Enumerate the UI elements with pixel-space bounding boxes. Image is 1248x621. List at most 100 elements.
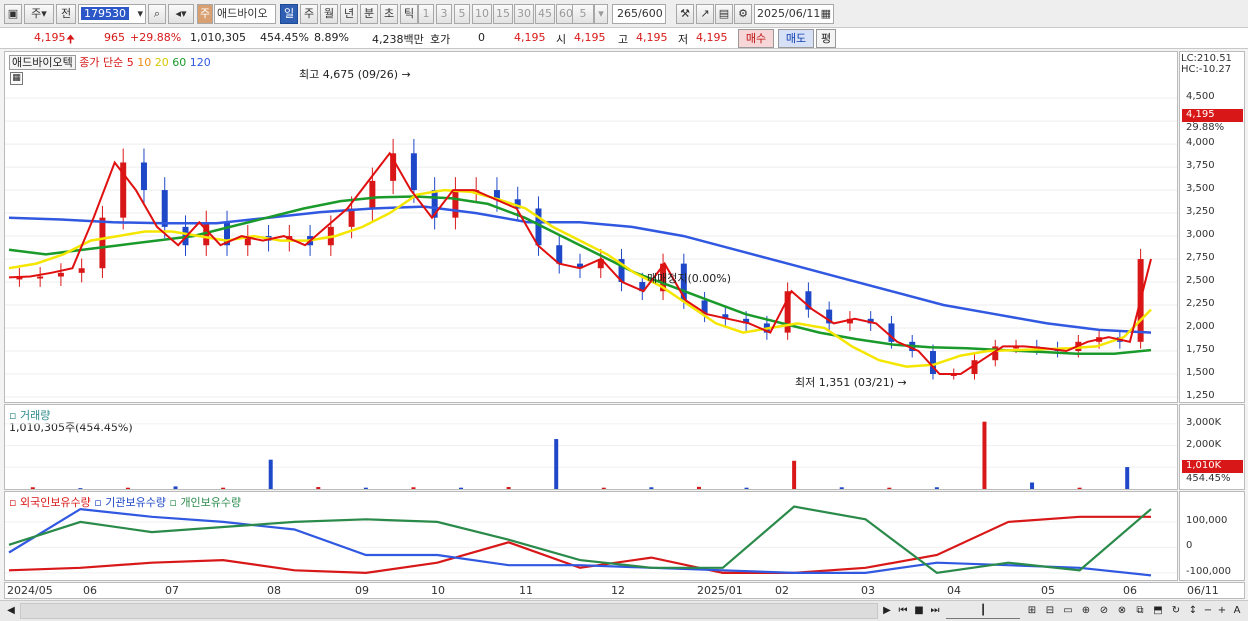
scroll-left-icon[interactable]: ◀	[4, 603, 18, 619]
minute-5[interactable]: 5	[454, 4, 470, 24]
period-second[interactable]: 초	[380, 4, 398, 24]
zoom-out-icon[interactable]: −	[1202, 603, 1214, 619]
mode-1-label: 주	[31, 7, 42, 20]
volume-bar	[173, 486, 178, 489]
candle-body	[369, 180, 376, 209]
date-tick-label: 06/11	[1187, 584, 1219, 597]
minute-10[interactable]: 10	[472, 4, 492, 24]
date-tick-label: 03	[861, 584, 875, 597]
volume-bar	[30, 487, 35, 489]
holding-pane[interactable]: ▫ 외국인보유수량 ▫ 기관보유수량 ▫ 개인보유수량	[4, 491, 1178, 581]
price-tick-label: 2,750	[1186, 252, 1215, 264]
rewind-icon[interactable]: ⏮	[896, 603, 910, 619]
volume-bar	[696, 486, 701, 489]
stock-code-value: 179530	[81, 7, 129, 20]
crosshair-icon[interactable]: ⊕	[1078, 603, 1094, 619]
minute-30[interactable]: 30	[514, 4, 534, 24]
period-day[interactable]: 일	[280, 4, 298, 24]
forward-icon[interactable]: ⏭	[928, 603, 942, 619]
turnover-rate: 8.89%	[314, 31, 349, 44]
mode-select-1[interactable]: 주▾	[24, 4, 54, 24]
market-badge: 주	[197, 4, 213, 24]
price-tick-label: 4,000	[1186, 137, 1215, 149]
scrollbar[interactable]: ◀ ▶ ⏮ ■ ⏭ ┃ ⊞ ⊟ ▭ ⊕ ⊘ ⊗ ⧉ ⬒ ↻ ↕ − + A	[0, 600, 1248, 621]
search-icon[interactable]: ⌕	[148, 4, 166, 24]
minute-1[interactable]: 1	[418, 4, 434, 24]
price-pane[interactable]: 애드바이오텍 종가 단순 5 10 20 60 120 ▦ 최고 4,675 (…	[4, 51, 1178, 403]
sell-button[interactable]: 매도	[778, 29, 814, 48]
font-size-icon[interactable]: A	[1230, 603, 1244, 619]
grid-icon[interactable]: ⊞	[1024, 603, 1040, 619]
date-tick-label: 06	[83, 584, 97, 597]
price-tick-label: 3,000	[1186, 229, 1215, 241]
period-month[interactable]: 월	[320, 4, 338, 24]
magnet-icon[interactable]: ⊗	[1114, 603, 1130, 619]
zoom-in-icon[interactable]: +	[1216, 603, 1228, 619]
stock-name-value: 애드바이오	[217, 7, 268, 20]
date-value: 2025/06/11	[757, 7, 821, 20]
volume-bar	[887, 487, 892, 489]
price-tick-label: 1,250	[1186, 390, 1215, 401]
custom-period[interactable]: 5	[572, 4, 594, 24]
date-tick-label: 08	[267, 584, 281, 597]
chart-window: ▣ 주▾ 전 179530 ▾ ⌕ ◂▾ 주 애드바이오 일 주 월 년 분 초 …	[0, 0, 1248, 621]
period-week[interactable]: 주	[300, 4, 318, 24]
minute-3[interactable]: 3	[436, 4, 452, 24]
volume-bar	[934, 487, 939, 489]
mode-2-label: 전	[60, 7, 72, 20]
price-axis: LC:210.51 HC:-10.27 4,5004,2504,0003,750…	[1179, 51, 1245, 403]
chart-type-icon[interactable]: ⚒	[676, 4, 694, 24]
volume-bar	[268, 459, 273, 489]
holding-tick-label: 100,000	[1186, 514, 1228, 526]
stock-code-input[interactable]: 179530 ▾	[78, 4, 146, 24]
current-price: 4,195	[34, 31, 66, 44]
candle-body	[99, 217, 106, 269]
candle-body	[140, 162, 147, 191]
zoom-slider[interactable]: ┃	[946, 603, 1020, 619]
ma20-line	[8, 188, 1152, 368]
scale-icon[interactable]: ↕	[1186, 603, 1200, 619]
high-value: 4,195	[636, 31, 668, 44]
date-input[interactable]: 2025/06/11 ▦	[754, 4, 834, 24]
chart-icon[interactable]: ▭	[1060, 603, 1076, 619]
minute-15[interactable]: 15	[493, 4, 513, 24]
trade-amount: 4,238백만	[372, 33, 424, 46]
export-icon[interactable]: ⬒	[1150, 603, 1166, 619]
window-menu-icon[interactable]: ▣	[4, 4, 22, 24]
date-tick-label: 11	[519, 584, 533, 597]
volume-pane[interactable]: ▫ 거래량 1,010,305주(454.45%)	[4, 404, 1178, 490]
reset-icon[interactable]: ↻	[1168, 603, 1184, 619]
gear-icon[interactable]: ⚙	[734, 4, 752, 24]
eval-button[interactable]: 평	[816, 29, 836, 48]
period-minute[interactable]: 분	[360, 4, 378, 24]
stop-icon[interactable]: ■	[912, 603, 926, 619]
link-icon[interactable]: ⊘	[1096, 603, 1112, 619]
buy-button[interactable]: 매수	[738, 29, 774, 48]
volume-bar	[363, 487, 368, 489]
layout-icon[interactable]: ⊟	[1042, 603, 1058, 619]
save-icon[interactable]: ▤	[715, 4, 733, 24]
candle-body	[57, 272, 64, 277]
volume-bar	[792, 460, 797, 489]
period-year[interactable]: 년	[340, 4, 358, 24]
scroll-right-icon[interactable]: ▶	[880, 603, 894, 619]
mode-select-2[interactable]: 전	[56, 4, 76, 24]
minute-45[interactable]: 45	[535, 4, 555, 24]
volume-bar	[649, 487, 654, 489]
halt-annotation: 매매정지(0.00%)	[647, 272, 732, 285]
copy-icon[interactable]: ⧉	[1132, 603, 1148, 619]
volume-bar	[601, 487, 606, 489]
scroll-track[interactable]	[20, 603, 878, 619]
date-tick-label: 02	[775, 584, 789, 597]
period-tick[interactable]: 틱	[400, 4, 418, 24]
chevron-down-icon[interactable]: ▾	[594, 4, 608, 24]
volume-bar	[982, 421, 987, 489]
sound-icon[interactable]: ◂▾	[168, 4, 194, 24]
toolbar: ▣ 주▾ 전 179530 ▾ ⌕ ◂▾ 주 애드바이오 일 주 월 년 분 초 …	[0, 0, 1248, 28]
draw-tool-icon[interactable]: ↗	[696, 4, 714, 24]
count-value: 265	[617, 7, 638, 20]
low-annotation: 최저 1,351 (03/21) →	[795, 376, 907, 389]
count-input[interactable]: 265/600	[612, 4, 666, 24]
arrow-up-icon: 🠉	[66, 33, 76, 46]
stock-name-field[interactable]: 애드바이오	[214, 4, 276, 24]
